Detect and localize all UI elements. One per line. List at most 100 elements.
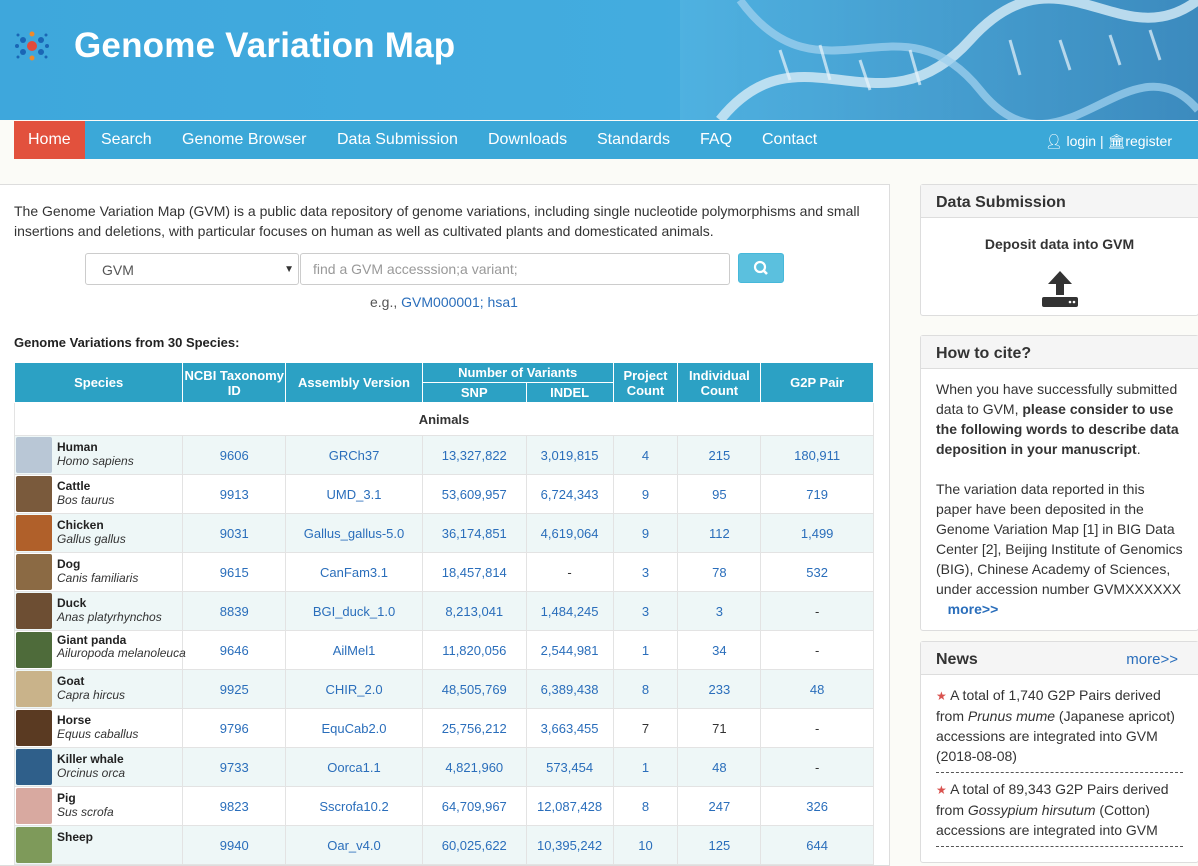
- taxonomy-id-link[interactable]: 9031: [182, 513, 287, 553]
- individual-count-link[interactable]: 95: [677, 474, 762, 514]
- g2p-pair-link[interactable]: 644: [760, 825, 874, 865]
- assembly-link[interactable]: CHIR_2.0: [285, 669, 423, 709]
- individual-count-link[interactable]: 215: [677, 435, 762, 475]
- indel-count-link[interactable]: 6,389,438: [525, 669, 614, 709]
- snp-count-link[interactable]: 18,457,814: [421, 552, 527, 592]
- individual-count-link[interactable]: 3: [677, 591, 762, 631]
- taxonomy-id-link[interactable]: 9796: [182, 708, 287, 748]
- news-item[interactable]: ★ A total of 89,343 G2P Pairs derived fr…: [936, 779, 1183, 847]
- assembly-link[interactable]: GRCh37: [285, 435, 423, 475]
- project-count-link[interactable]: 10: [612, 825, 679, 865]
- assembly-link[interactable]: BGI_duck_1.0: [285, 591, 423, 631]
- taxonomy-id-link[interactable]: 9615: [182, 552, 287, 592]
- g2p-pair-link[interactable]: 1,499: [760, 513, 874, 553]
- taxonomy-id-link[interactable]: 9733: [182, 747, 287, 787]
- g2p-pair-link[interactable]: 180,911: [760, 435, 874, 475]
- species-cell[interactable]: Dog Canis familiaris: [13, 552, 184, 592]
- project-count-link[interactable]: 3: [612, 591, 679, 631]
- example-link-gvm[interactable]: GVM000001;: [401, 294, 484, 310]
- taxonomy-id-link[interactable]: 9925: [182, 669, 287, 709]
- news-item[interactable]: ★ A total of 1,740 G2P Pairs derived fro…: [936, 685, 1183, 773]
- indel-count-link[interactable]: 573,454: [525, 747, 614, 787]
- project-count-link[interactable]: 9: [612, 474, 679, 514]
- snp-count-link[interactable]: 8,213,041: [421, 591, 527, 631]
- species-cell[interactable]: Pig Sus scrofa: [13, 786, 184, 826]
- g2p-pair-link[interactable]: 48: [760, 669, 874, 709]
- project-count-link[interactable]: 8: [612, 786, 679, 826]
- project-count-link[interactable]: 1: [612, 630, 679, 670]
- indel-count-link[interactable]: 3,663,455: [525, 708, 614, 748]
- species-cell[interactable]: Horse Equus caballus: [13, 708, 184, 748]
- example-link-hsa1[interactable]: hsa1: [488, 294, 518, 310]
- snp-count-link[interactable]: 4,821,960: [421, 747, 527, 787]
- taxonomy-id-link[interactable]: 9823: [182, 786, 287, 826]
- nav-downloads[interactable]: Downloads: [488, 121, 567, 159]
- indel-count-link[interactable]: 4,619,064: [525, 513, 614, 553]
- individual-count-link[interactable]: 247: [677, 786, 762, 826]
- snp-count-link[interactable]: 48,505,769: [421, 669, 527, 709]
- individual-count-link[interactable]: 233: [677, 669, 762, 709]
- snp-count-link[interactable]: 36,174,851: [421, 513, 527, 553]
- news-more-link[interactable]: more>>: [1126, 642, 1178, 678]
- g2p-pair-link[interactable]: 719: [760, 474, 874, 514]
- database-select[interactable]: GVM ▼: [85, 253, 299, 285]
- assembly-link[interactable]: Gallus_gallus-5.0: [285, 513, 423, 553]
- assembly-link[interactable]: EquCab2.0: [285, 708, 423, 748]
- nav-genome-browser[interactable]: Genome Browser: [182, 121, 307, 159]
- taxonomy-id-link[interactable]: 9606: [182, 435, 287, 475]
- nav-standards[interactable]: Standards: [597, 121, 670, 159]
- indel-count-link[interactable]: 2,544,981: [525, 630, 614, 670]
- snp-count-link[interactable]: 13,327,822: [421, 435, 527, 475]
- individual-count-link[interactable]: 78: [677, 552, 762, 592]
- snp-count-link[interactable]: 64,709,967: [421, 786, 527, 826]
- species-cell[interactable]: Sheep: [13, 825, 184, 865]
- species-cell[interactable]: Cattle Bos taurus: [13, 474, 184, 514]
- taxonomy-id-link[interactable]: 9913: [182, 474, 287, 514]
- login-link[interactable]: login: [1067, 133, 1097, 149]
- nav-faq[interactable]: FAQ: [700, 121, 732, 159]
- assembly-link[interactable]: UMD_3.1: [285, 474, 423, 514]
- cite-more-link[interactable]: more>>: [948, 601, 999, 617]
- search-button[interactable]: [738, 253, 784, 283]
- individual-count-link[interactable]: 112: [677, 513, 762, 553]
- taxonomy-id-link[interactable]: 9940: [182, 825, 287, 865]
- species-cell[interactable]: Goat Capra hircus: [13, 669, 184, 709]
- snp-count-link[interactable]: 11,820,056: [421, 630, 527, 670]
- individual-count-link[interactable]: 34: [677, 630, 762, 670]
- g2p-pair-link[interactable]: 326: [760, 786, 874, 826]
- indel-count-link[interactable]: 10,395,242: [525, 825, 614, 865]
- assembly-link[interactable]: Oorca1.1: [285, 747, 423, 787]
- taxonomy-id-link[interactable]: 9646: [182, 630, 287, 670]
- snp-count-link[interactable]: 53,609,957: [421, 474, 527, 514]
- upload-icon[interactable]: [1040, 269, 1080, 309]
- species-cell[interactable]: Giant panda Ailuropoda melanoleuca: [13, 630, 186, 670]
- deposit-link[interactable]: Deposit data into GVM: [921, 236, 1198, 252]
- snp-count-link[interactable]: 25,756,212: [421, 708, 527, 748]
- project-count-link[interactable]: 9: [612, 513, 679, 553]
- species-cell[interactable]: Duck Anas platyrhynchos: [13, 591, 184, 631]
- indel-count-link[interactable]: 6,724,343: [525, 474, 614, 514]
- nav-search[interactable]: Search: [101, 121, 152, 159]
- project-count-link[interactable]: 4: [612, 435, 679, 475]
- nav-contact[interactable]: Contact: [762, 121, 817, 159]
- taxonomy-id-link[interactable]: 8839: [182, 591, 287, 631]
- project-count-link[interactable]: 8: [612, 669, 679, 709]
- assembly-link[interactable]: AilMel1: [285, 630, 423, 670]
- assembly-link[interactable]: Sscrofa10.2: [285, 786, 423, 826]
- snp-count-link[interactable]: 60,025,622: [421, 825, 527, 865]
- project-count-link[interactable]: 3: [612, 552, 679, 592]
- species-cell[interactable]: Human Homo sapiens: [13, 435, 184, 475]
- project-count-link[interactable]: 1: [612, 747, 679, 787]
- nav-home[interactable]: Home: [14, 121, 85, 159]
- indel-count-link[interactable]: 12,087,428: [525, 786, 614, 826]
- search-input[interactable]: find a GVM accesssion;a variant;: [300, 253, 730, 285]
- species-cell[interactable]: Killer whale Orcinus orca: [13, 747, 184, 787]
- indel-count-link[interactable]: 3,019,815: [525, 435, 614, 475]
- species-cell[interactable]: Chicken Gallus gallus: [13, 513, 184, 553]
- assembly-link[interactable]: Oar_v4.0: [285, 825, 423, 865]
- individual-count-link[interactable]: 48: [677, 747, 762, 787]
- g2p-pair-link[interactable]: 532: [760, 552, 874, 592]
- assembly-link[interactable]: CanFam3.1: [285, 552, 423, 592]
- individual-count-link[interactable]: 125: [677, 825, 762, 865]
- nav-data-submission[interactable]: Data Submission: [337, 121, 458, 159]
